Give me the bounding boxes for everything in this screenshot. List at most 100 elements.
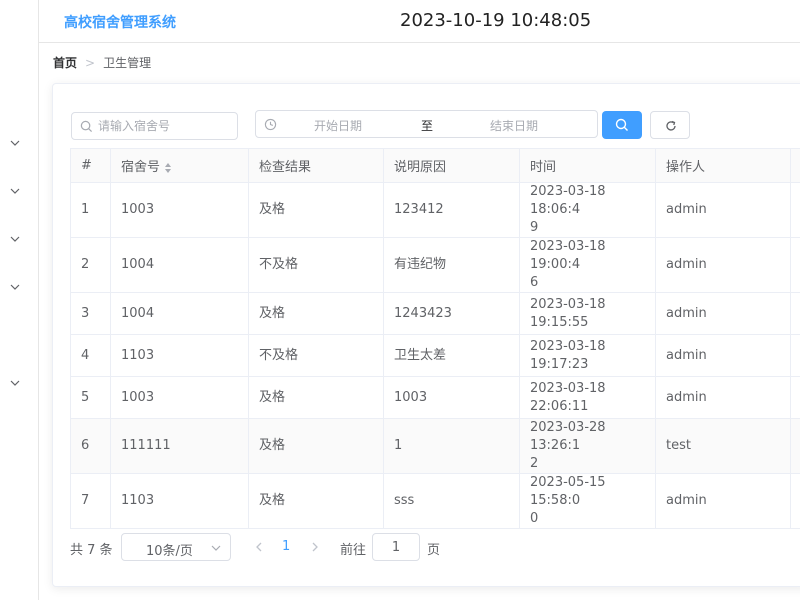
chevron-down-icon[interactable] (9, 281, 21, 293)
column-header-index: # (70, 148, 111, 183)
table-row[interactable]: 5 1003 及格 1003 2023-03-18 22:06:11 admin (70, 376, 800, 419)
cell-reason: 有违纪物 (383, 237, 520, 293)
start-date-input[interactable]: 开始日期 (314, 117, 362, 134)
cell-index: 5 (70, 376, 111, 419)
room-search-input[interactable] (98, 113, 234, 139)
cell-room: 1003 (110, 376, 249, 419)
cell-result: 及格 (248, 292, 384, 335)
cell-room: 1004 (110, 237, 249, 293)
cell-time-line: 2 (530, 456, 539, 471)
page-number-current[interactable]: 1 (282, 539, 290, 554)
cell-index: 7 (70, 473, 111, 529)
chevron-down-icon[interactable] (9, 185, 21, 197)
cell-time: 2023-03-18 18:06:4 9 (519, 182, 656, 238)
cell-operator: admin (655, 292, 791, 335)
cell-extra (790, 182, 800, 238)
cell-time-line: 9 (530, 220, 539, 235)
goto-page-input[interactable] (372, 533, 420, 561)
cell-time-line: 0 (530, 511, 539, 526)
table-header-row: # 宿舍号 检查结果 说明原因 时间 操作人 (70, 148, 800, 183)
chevron-down-icon[interactable] (9, 233, 21, 245)
column-header-reason: 说明原因 (383, 148, 520, 183)
cell-reason: 卫生太差 (383, 334, 520, 377)
end-date-input[interactable]: 结束日期 (490, 117, 538, 134)
search-box (71, 112, 238, 140)
table-row[interactable]: 3 1004 及格 1243423 2023-03-18 19:15:55 ad… (70, 292, 800, 335)
cell-time: 2023-03-18 22:06:11 (519, 376, 656, 419)
goto-label: 前往 (340, 543, 367, 558)
column-header-time: 时间 (519, 148, 656, 183)
cell-reason: 1 (383, 418, 520, 474)
cell-reason: sss (383, 473, 520, 529)
cell-reason: 1003 (383, 376, 520, 419)
chevron-down-icon[interactable] (9, 377, 21, 389)
reset-button[interactable] (650, 111, 690, 139)
table-row[interactable]: 6 111111 及格 1 2023-03-28 13:26:1 2 test (70, 418, 800, 474)
cell-time: 2023-03-18 19:17:23 (519, 334, 656, 377)
cell-time: 2023-03-18 19:15:55 (519, 292, 656, 335)
cell-operator: test (655, 418, 791, 474)
date-range-picker[interactable]: 开始日期 至 结束日期 (255, 110, 598, 138)
search-button[interactable] (602, 111, 642, 139)
cell-time-line: 2023-05-15 15:58:0 (530, 475, 606, 508)
chevron-down-icon[interactable] (9, 137, 21, 149)
table-row[interactable]: 1 1003 及格 123412 2023-03-18 18:06:4 9 adm… (70, 182, 800, 238)
cell-room: 1103 (110, 334, 249, 377)
cell-result: 及格 (248, 376, 384, 419)
page-unit-label: 页 (427, 543, 441, 558)
cell-time: 2023-05-15 15:58:0 0 (519, 473, 656, 529)
cell-room: 1103 (110, 473, 249, 529)
cell-time: 2023-03-18 19:00:4 6 (519, 237, 656, 293)
breadcrumb-separator-icon: > (85, 56, 96, 70)
cell-extra (790, 473, 800, 529)
cell-operator: admin (655, 237, 791, 293)
table-row[interactable]: 2 1004 不及格 有违纪物 2023-03-18 19:00:4 6 admi… (70, 237, 800, 293)
cell-index: 2 (70, 237, 111, 293)
app-title: 高校宿舍管理系统 (64, 15, 176, 31)
cell-index: 4 (70, 334, 111, 377)
cell-time-line: 2023-03-18 18:06:4 (530, 184, 606, 217)
page-size-value: 10条/页 (146, 544, 193, 559)
cell-index: 3 (70, 292, 111, 335)
cell-result: 及格 (248, 473, 384, 529)
column-header-room[interactable]: 宿舍号 (110, 148, 249, 183)
breadcrumb-home[interactable]: 首页 (53, 56, 77, 70)
cell-result: 不及格 (248, 334, 384, 377)
column-header-result: 检查结果 (248, 148, 384, 183)
table-row[interactable]: 7 1103 及格 sss 2023-05-15 15:58:0 0 admin (70, 473, 800, 529)
cell-reason: 123412 (383, 182, 520, 238)
sort-icon[interactable] (164, 162, 172, 174)
cell-time-line: 6 (530, 275, 539, 290)
sidebar (0, 0, 39, 600)
cell-extra (790, 334, 800, 377)
search-icon (80, 120, 93, 133)
cell-index: 1 (70, 182, 111, 238)
breadcrumb-current: 卫生管理 (103, 56, 152, 70)
chevron-right-icon[interactable] (310, 541, 320, 553)
cell-room: 1004 (110, 292, 249, 335)
table-row[interactable]: 4 1103 不及格 卫生太差 2023-03-18 19:17:23 admi… (70, 334, 800, 377)
cell-time: 2023-03-28 13:26:1 2 (519, 418, 656, 474)
chevron-left-icon[interactable] (254, 541, 264, 553)
range-separator: 至 (421, 119, 434, 133)
cell-operator: admin (655, 334, 791, 377)
content-card: 开始日期 至 结束日期 # 宿舍号 检查结果 说明原因 时间 操作人 1 (52, 83, 800, 587)
cell-extra (790, 292, 800, 335)
page-size-select[interactable]: 10条/页 (121, 533, 231, 561)
chevron-down-icon (211, 545, 221, 551)
column-header-room-label: 宿舍号 (121, 160, 161, 175)
current-datetime: 2023-10-19 10:48:05 (400, 10, 592, 31)
cell-extra (790, 418, 800, 474)
cell-index: 6 (70, 418, 111, 474)
cell-reason: 1243423 (383, 292, 520, 335)
cell-extra (790, 237, 800, 293)
cell-extra (790, 376, 800, 419)
cell-time-line: 2023-03-18 19:00:4 (530, 239, 606, 272)
cell-room: 111111 (110, 418, 249, 474)
cell-result: 不及格 (248, 237, 384, 293)
cell-result: 及格 (248, 182, 384, 238)
clock-icon (264, 118, 277, 131)
column-header-extra (790, 148, 800, 183)
breadcrumb: 首页 > 卫生管理 (53, 54, 151, 71)
total-count: 共 7 条 (70, 543, 113, 558)
